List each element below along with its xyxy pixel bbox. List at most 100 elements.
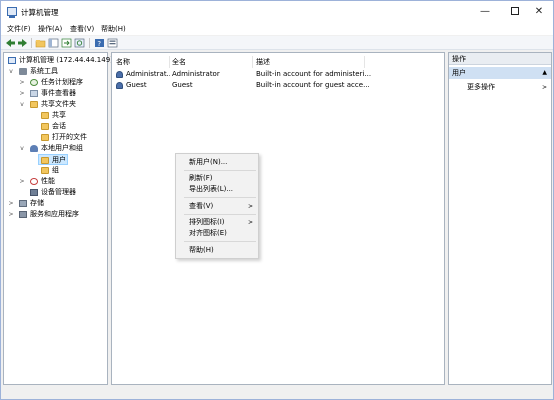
users-icon [30,145,38,152]
chevron-right-icon[interactable]: > [8,198,14,209]
tree-item-users[interactable]: 用户 [38,154,68,165]
tree-item-device-manager[interactable]: 设备管理器 [6,187,106,198]
chevron-down-icon[interactable]: v [8,66,14,77]
user-description: Built-in account for administeri... [256,70,372,78]
column-divider[interactable] [364,56,365,68]
user-account-icon [116,82,123,89]
menu-separator [184,214,256,215]
forward-arrow-icon[interactable] [17,38,28,48]
tree-item-open-files[interactable]: 打开的文件 [6,132,106,143]
folder-icon [41,112,49,119]
menu-item-refresh[interactable]: 刷新(F) [176,173,258,184]
tree-item-services-apps[interactable]: > 服务和应用程序 [6,209,106,220]
tree-item-shares[interactable]: 共享 [6,110,106,121]
actions-section-label: 用户 [452,69,466,77]
tree-label: 共享 [52,111,66,119]
table-row[interactable]: Guest Guest Built-in account for guest a… [114,80,374,91]
tree-item-groups[interactable]: 组 [6,165,106,176]
column-divider[interactable] [169,56,170,68]
window-title: 计算机管理 [21,8,59,17]
computer-management-window: 计算机管理 — ✕ 文件(F) 操作(A) 查看(V) 帮助(H) ? 计算机管… [0,0,554,400]
export-list-icon[interactable] [61,38,72,48]
chevron-right-icon[interactable]: > [19,88,25,99]
refresh-icon[interactable] [74,38,85,48]
status-bar [1,387,553,399]
chevron-right-icon[interactable]: > [8,209,14,220]
tree-label: 会话 [52,122,66,130]
menu-item-label: 排列图标(I) [189,218,225,226]
up-folder-icon[interactable] [35,38,46,48]
tree-label: 组 [52,166,59,174]
user-list: 名称 全名 描述 Administrat... Administrator Bu… [111,52,445,385]
tree-label: 计算机管理 (172.44.44.149) [19,56,113,64]
menu-item-view[interactable]: 查看(V) > [176,201,258,212]
menu-bar: 文件(F) 操作(A) 查看(V) 帮助(H) [1,23,553,35]
folder-icon [41,123,49,130]
tree-item-performance[interactable]: > 性能 [6,176,106,187]
chevron-right-icon[interactable]: > [19,176,25,187]
table-row[interactable]: Administrat... Administrator Built-in ac… [114,69,374,80]
tree-label: 存储 [30,199,44,207]
menu-item-label: 帮助(H) [189,246,214,254]
tree-label: 任务计划程序 [41,78,83,86]
tree-item-root[interactable]: 计算机管理 (172.44.44.149) [6,55,113,66]
menu-item-label: 新用户(N)... [189,158,228,166]
user-description: Built-in account for guest acce... [256,81,370,89]
more-actions-link[interactable]: 更多操作 [467,82,495,93]
folder-icon [41,134,49,141]
actions-section-users[interactable]: 用户 ▲ [449,67,551,79]
context-menu: 新用户(N)... 刷新(F) 导出列表(L)... 查看(V) > 排列图标(I… [175,153,259,259]
menu-item-label: 查看(V) [189,202,214,210]
menu-file[interactable]: 文件(F) [7,24,31,34]
show-hide-tree-icon[interactable] [48,38,59,48]
tree-item-sessions[interactable]: 会话 [6,121,106,132]
clock-icon [30,79,38,86]
tree-label: 本地用户和组 [41,144,83,152]
menu-item-export-list[interactable]: 导出列表(L)... [176,184,258,195]
column-header-full-name[interactable]: 全名 [172,56,252,68]
tree-item-event-viewer[interactable]: > 事件查看器 [6,88,106,99]
computer-management-icon [7,7,17,18]
close-button[interactable]: ✕ [525,1,553,23]
help-icon[interactable]: ? [94,38,105,48]
shared-folder-icon [30,101,38,108]
toolbar-separator [31,38,32,48]
column-header-name[interactable]: 名称 [116,56,166,68]
menu-item-help[interactable]: 帮助(H) [176,245,258,256]
menu-item-new-user[interactable]: 新用户(N)... [176,157,258,168]
column-header-description[interactable]: 描述 [256,56,356,68]
tree-item-storage[interactable]: > 存储 [6,198,106,209]
user-name: Administrat... [126,70,170,78]
tree-label: 设备管理器 [41,188,76,196]
chevron-down-icon[interactable]: v [19,99,25,110]
tree-item-shared-folders[interactable]: v 共享文件夹 [6,99,106,110]
folder-icon [41,157,49,164]
tree-item-system-tools[interactable]: v 系统工具 [6,66,106,77]
collapse-up-icon[interactable]: ▲ [542,67,547,79]
menu-item-label: 刷新(F) [189,174,213,182]
folder-icon [41,167,49,174]
properties-icon[interactable] [107,38,118,48]
tree-item-task-scheduler[interactable]: > 任务计划程序 [6,77,106,88]
menu-action[interactable]: 操作(A) [38,24,62,34]
menu-separator [184,241,256,242]
tree-item-local-users-groups[interactable]: v 本地用户和组 [6,143,106,154]
submenu-arrow-icon: > [247,203,253,210]
submenu-arrow-icon: > [247,219,253,226]
tree-label: 服务和应用程序 [30,210,79,218]
column-divider[interactable] [252,56,253,68]
minimize-button[interactable]: — [471,1,499,23]
menu-view[interactable]: 查看(V) [70,24,94,34]
back-arrow-icon[interactable] [5,38,16,48]
menu-item-align-icons[interactable]: 对齐图标(E) [176,228,258,239]
user-full-name: Administrator [172,70,220,78]
tools-icon [19,68,27,75]
tree-label: 打开的文件 [52,133,87,141]
menu-help[interactable]: 帮助(H) [101,24,126,34]
menu-item-arrange-icons[interactable]: 排列图标(I) > [176,217,258,228]
chevron-down-icon[interactable]: v [19,143,25,154]
svg-text:?: ? [97,40,101,48]
chevron-right-icon[interactable]: > [19,77,25,88]
tree-label: 共享文件夹 [41,100,76,108]
chevron-right-icon[interactable]: > [542,82,547,93]
